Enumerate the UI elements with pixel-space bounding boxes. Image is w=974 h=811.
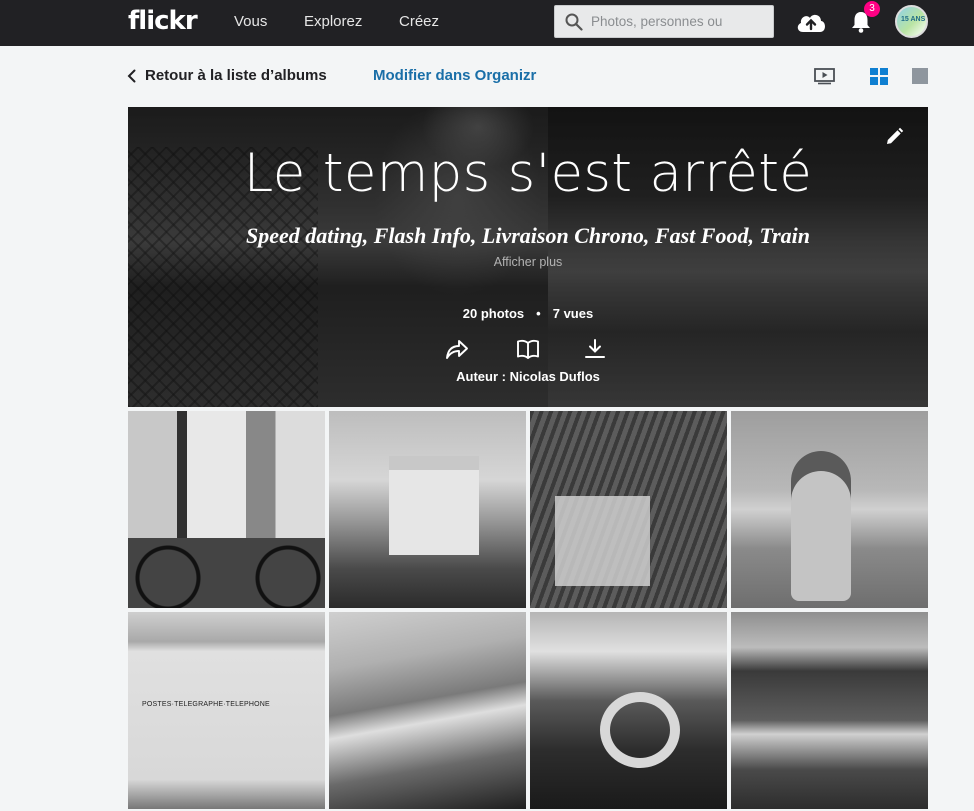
edit-in-organizr-link[interactable]: Modifier dans Organizr: [373, 67, 536, 84]
search-input[interactable]: [591, 6, 769, 37]
photo-count: 20 photos: [462, 306, 525, 321]
album-cover: Le temps s'est arrêté Speed dating, Flas…: [128, 107, 928, 407]
photo-woman-bicycle[interactable]: [128, 411, 325, 608]
avatar-text: 15 ANS: [901, 16, 926, 23]
back-label: Retour à la liste d’albums: [145, 67, 327, 84]
photo-church[interactable]: [329, 411, 526, 608]
notification-badge: 3: [864, 1, 880, 17]
upload-cloud-icon[interactable]: [795, 10, 827, 34]
book-icon[interactable]: [516, 338, 540, 360]
nav-link-creez[interactable]: Créez: [399, 13, 439, 30]
search-box: [554, 5, 774, 38]
chevron-left-icon: [127, 69, 136, 82]
share-icon[interactable]: [445, 338, 469, 360]
nav-link-explorez[interactable]: Explorez: [304, 13, 362, 30]
download-icon[interactable]: [584, 338, 606, 360]
back-to-albums-link[interactable]: Retour à la liste d’albums: [127, 67, 327, 84]
photo-post-office[interactable]: [128, 612, 325, 809]
grid-view-icon[interactable]: [870, 68, 888, 85]
single-view-icon[interactable]: [912, 68, 928, 84]
search-icon: [565, 13, 583, 31]
photo-child-beach[interactable]: [731, 411, 928, 608]
nav-link-vous[interactable]: Vous: [234, 13, 267, 30]
album-author[interactable]: Auteur : Nicolas Duflos: [128, 369, 928, 384]
view-count: 7 vues: [552, 306, 594, 321]
photo-lifebuoy-boat[interactable]: [530, 612, 727, 809]
photo-market-stall[interactable]: [530, 411, 727, 608]
album-stats: 20 photos • 7 vues: [462, 306, 594, 321]
show-more-link[interactable]: Afficher plus: [128, 255, 928, 269]
slideshow-icon[interactable]: [814, 68, 835, 85]
top-navigation-bar: flickr Vous Explorez Créez 3 15 ANS: [0, 0, 974, 46]
album-description: Speed dating, Flash Info, Livraison Chro…: [246, 223, 810, 248]
album-title: Le temps s'est arrêté: [243, 143, 813, 204]
photo-salt-marsh[interactable]: [329, 612, 526, 809]
photo-harbor-boats[interactable]: [731, 612, 928, 809]
flickr-logo[interactable]: flickr: [128, 6, 198, 36]
avatar[interactable]: 15 ANS: [895, 5, 928, 38]
